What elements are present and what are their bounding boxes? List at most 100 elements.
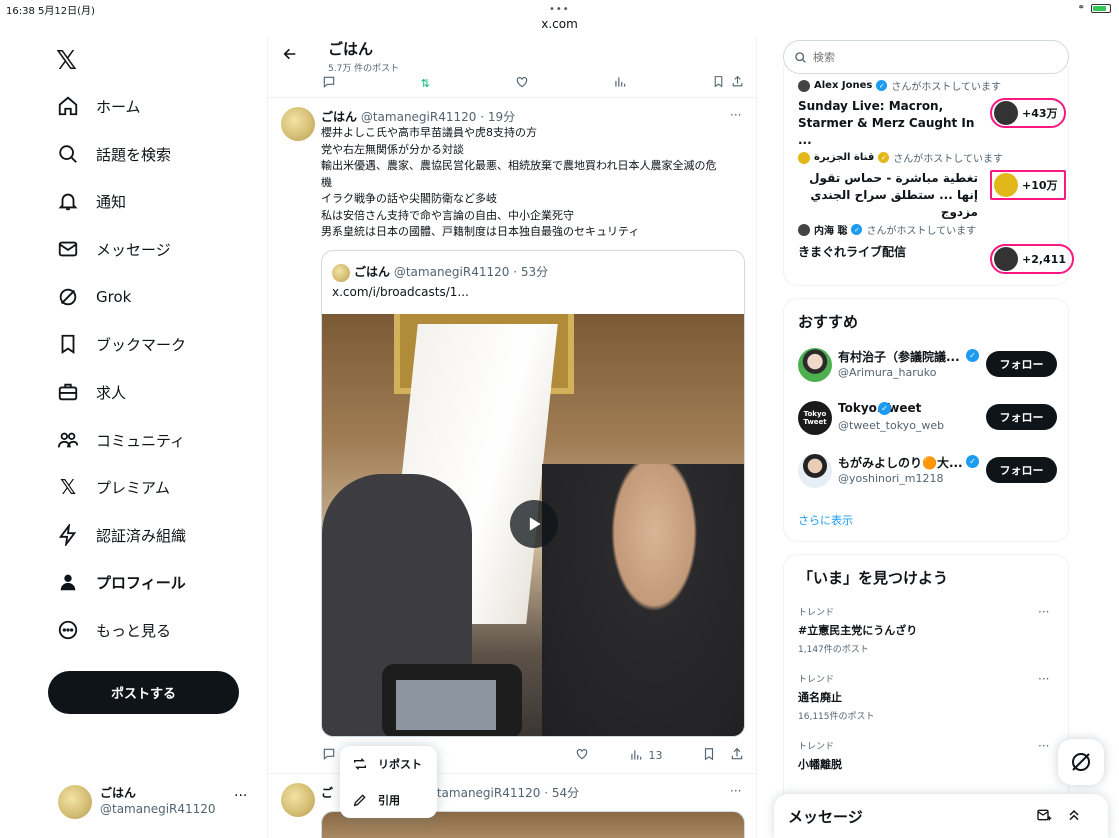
section-title: おすすめ bbox=[798, 313, 859, 331]
broadcast-link[interactable]: x.com/i/broadcasts/1... bbox=[332, 285, 469, 299]
messages-drawer[interactable]: メッセージ bbox=[774, 794, 1108, 838]
more-dots-icon[interactable]: ··· bbox=[730, 784, 741, 798]
tweet-header: ごはん @tamanegiR41120 · 19分 bbox=[321, 108, 515, 125]
tab-dots[interactable]: ••• bbox=[549, 4, 570, 15]
avatar bbox=[798, 348, 832, 382]
recommend-user[interactable]: 有村治子（参議院議... ✓ @Arimura_haruko フォロー bbox=[798, 345, 1060, 385]
nav-communities[interactable]: コミュニティ bbox=[56, 426, 185, 454]
nav-explore[interactable]: 話題を検索 bbox=[56, 140, 171, 168]
follow-button[interactable]: フォロー bbox=[986, 351, 1057, 377]
grok-fab-button[interactable] bbox=[1058, 739, 1104, 785]
nav-premium[interactable]: 𝕏 プレミアム bbox=[56, 473, 170, 501]
follow-button[interactable]: フォロー bbox=[986, 404, 1057, 430]
account-handle: @tamanegiR41120 bbox=[100, 802, 216, 816]
space-title[interactable]: Sunday Live: Macron, Starmer & Merz Caug… bbox=[798, 98, 978, 149]
nav-bookmarks[interactable]: ブックマーク bbox=[56, 330, 186, 358]
share-icon[interactable] bbox=[730, 747, 744, 764]
chevron-up-icon[interactable] bbox=[1066, 807, 1082, 827]
tweet-time[interactable]: · 19分 bbox=[480, 110, 515, 124]
bookmark-icon[interactable] bbox=[702, 747, 716, 764]
more-dots-icon[interactable]: ··· bbox=[1038, 605, 1049, 619]
nav-home[interactable]: ホーム bbox=[56, 92, 141, 120]
grok-icon bbox=[56, 285, 80, 309]
left-nav: 𝕏 ホーム 話題を検索 通知 メッセージ Grok ブックマーク 求人 コミュニ… bbox=[0, 36, 267, 838]
pencil-icon bbox=[352, 792, 368, 808]
space-listeners-badge[interactable]: +2,411 bbox=[990, 244, 1075, 274]
verified-icon: ✓ bbox=[966, 455, 979, 468]
avatar bbox=[994, 101, 1018, 125]
tweet-author-name[interactable]: ごはん bbox=[321, 110, 357, 124]
prev-tweet-actions: ⇅ bbox=[322, 74, 744, 92]
live-spaces: Alex Jones ✓ さんがホストしています Sunday Live: Macr… bbox=[783, 66, 1075, 286]
post-count: 5.7万 件のポスト bbox=[328, 64, 400, 74]
repost-icon[interactable]: ⇅ bbox=[421, 77, 430, 90]
avatar bbox=[798, 454, 832, 488]
recommend-user[interactable]: もがみよしのり🟠大... ✓ @yoshinori_m1218 フォロー bbox=[798, 451, 1060, 491]
tweet-author-handle[interactable]: @tamanegiR41120 bbox=[361, 110, 477, 124]
address-url[interactable]: x.com bbox=[0, 17, 1119, 31]
timeline-column: ごはん 5.7万 件のポスト ⇅ ごはん @tamanegiR41120 · 1… bbox=[267, 36, 757, 838]
play-icon[interactable] bbox=[510, 500, 558, 548]
like-icon[interactable] bbox=[515, 75, 529, 92]
x-logo-icon[interactable]: 𝕏 bbox=[56, 46, 77, 76]
tweet-avatar[interactable] bbox=[281, 783, 315, 817]
tweet-avatar[interactable] bbox=[281, 107, 315, 141]
nav-profile[interactable]: プロフィール bbox=[56, 568, 186, 596]
space-host: Alex Jones ✓ さんがホストしています bbox=[798, 78, 1001, 93]
bookmark-icon bbox=[56, 332, 80, 356]
nav-messages[interactable]: メッセージ bbox=[56, 235, 171, 263]
bookmark-icon[interactable] bbox=[712, 75, 725, 91]
views-icon[interactable] bbox=[613, 75, 627, 92]
space-listeners-badge[interactable]: +43万 bbox=[990, 98, 1066, 128]
video-player[interactable] bbox=[322, 314, 744, 736]
quoted-tweet[interactable]: ごはん @tamanegiR41120 · 53分 x.com/i/broadc… bbox=[321, 250, 745, 737]
avatar bbox=[994, 247, 1018, 271]
menu-item-repost[interactable]: リポスト bbox=[352, 754, 422, 774]
share-icon[interactable] bbox=[731, 75, 744, 91]
community-icon bbox=[56, 428, 80, 452]
more-dots-icon[interactable]: ··· bbox=[234, 788, 247, 804]
new-message-icon[interactable] bbox=[1036, 807, 1052, 827]
avatar bbox=[994, 173, 1018, 197]
back-arrow-icon[interactable] bbox=[282, 46, 298, 66]
like-icon[interactable] bbox=[575, 747, 589, 764]
space-title[interactable]: きまぐれライブ配信 bbox=[798, 244, 978, 261]
verified-icon: ✓ bbox=[966, 349, 979, 362]
bell-icon bbox=[56, 189, 80, 213]
nav-notifications[interactable]: 通知 bbox=[56, 187, 126, 215]
reply-icon[interactable] bbox=[322, 747, 336, 764]
reply-icon[interactable] bbox=[322, 75, 336, 92]
more-dots-icon[interactable]: ··· bbox=[1038, 672, 1049, 686]
trend-item[interactable]: トレンド 通名廃止 16,115件のポスト ··· bbox=[798, 672, 1060, 722]
menu-item-quote[interactable]: 引用 bbox=[352, 790, 400, 810]
more-dots-icon[interactable]: ··· bbox=[730, 108, 741, 122]
search-icon bbox=[795, 51, 806, 63]
nav-verified-orgs[interactable]: 認証済み組織 bbox=[56, 521, 186, 549]
profile-icon bbox=[56, 570, 80, 594]
grok-icon bbox=[1072, 753, 1090, 771]
search-icon bbox=[56, 142, 80, 166]
account-switcher[interactable]: ごはん @tamanegiR41120 ··· bbox=[56, 784, 256, 820]
search-input[interactable] bbox=[813, 50, 1033, 64]
show-more-link[interactable]: さらに表示 bbox=[798, 512, 853, 528]
status-time: 16:38 5月12日(月) bbox=[6, 6, 95, 17]
trend-item[interactable]: トレンド 小幡離脱 ··· bbox=[798, 739, 1060, 772]
recommend-user[interactable]: Tokyo Tweet Tokyo.Tweet ✓ @tweet_tokyo_w… bbox=[798, 398, 1060, 438]
nav-jobs[interactable]: 求人 bbox=[56, 378, 126, 406]
nav-grok[interactable]: Grok bbox=[56, 283, 131, 311]
account-name: ごはん bbox=[100, 786, 137, 800]
views-count[interactable]: 13 bbox=[629, 748, 663, 762]
space-listeners-badge[interactable]: +10万 bbox=[990, 170, 1066, 200]
avatar bbox=[798, 79, 810, 92]
follow-button[interactable]: フォロー bbox=[986, 457, 1057, 483]
video-camera bbox=[382, 664, 522, 736]
trend-item[interactable]: トレンド #立憲民主党にうんざり 1,147件のポスト ··· bbox=[798, 605, 1060, 655]
who-to-follow: おすすめ 有村治子（参議院議... ✓ @Arimura_haruko フォロー… bbox=[783, 298, 1069, 542]
nav-more[interactable]: もっと見る bbox=[56, 616, 171, 644]
post-button[interactable]: ポストする bbox=[48, 671, 239, 714]
video-person-right bbox=[542, 464, 744, 736]
space-title[interactable]: تغطية مباشرة - حماس تقول إنها ... ستطلق … bbox=[798, 170, 978, 221]
mail-icon bbox=[56, 237, 80, 261]
repost-icon bbox=[352, 756, 368, 772]
more-dots-icon[interactable]: ··· bbox=[1038, 739, 1049, 753]
